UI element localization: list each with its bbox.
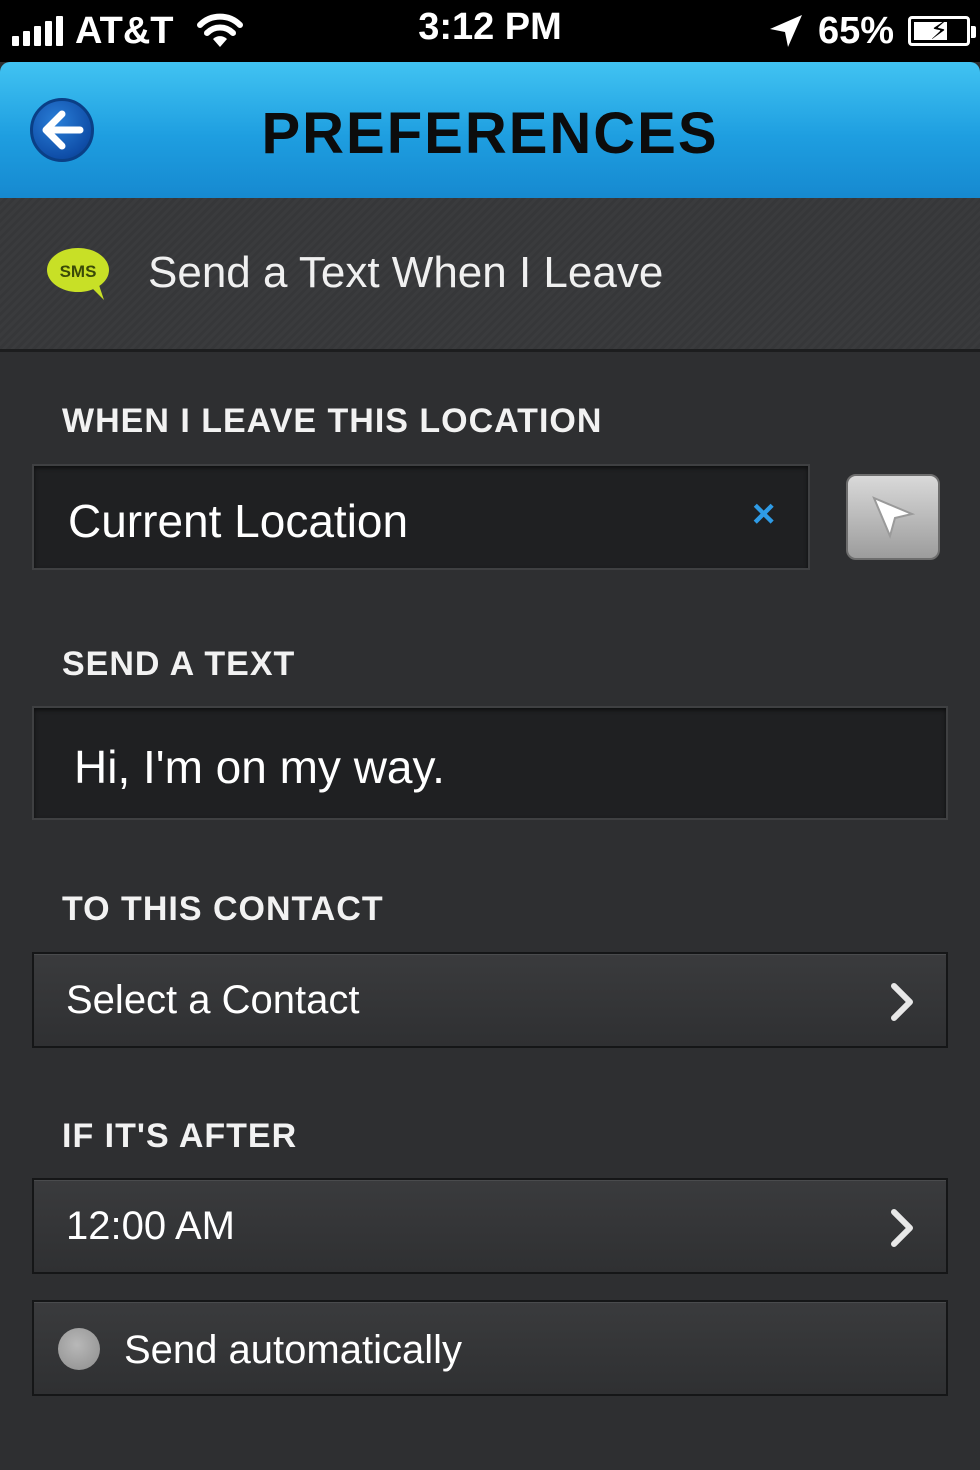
location-input[interactable]: Current Location × (32, 464, 810, 570)
clear-location-button[interactable]: × (752, 492, 775, 537)
feature-header: SMS Send a Text When I Leave (0, 198, 980, 352)
nav-bar: PREFERENCES (0, 62, 980, 198)
location-value: Current Location (68, 495, 409, 547)
page-title: PREFERENCES (261, 101, 719, 166)
status-right: 65% ⚡ (768, 0, 976, 62)
message-label: SEND A TEXT (62, 645, 296, 683)
select-contact-row[interactable]: Select a Contact (32, 952, 948, 1048)
time-label: IF IT'S AFTER (62, 1117, 298, 1155)
select-time-row[interactable]: 12:00 AM (32, 1178, 948, 1274)
chevron-right-icon (891, 983, 913, 1021)
message-input[interactable]: Hi, I'm on my way. (32, 706, 948, 820)
time-value: 12:00 AM (66, 1204, 236, 1248)
location-cursor-icon (872, 496, 916, 540)
status-bar: AT&T 3:12 PM 65% ⚡ (0, 0, 980, 62)
sms-icon-label: SMS (60, 262, 97, 281)
feature-title: Send a Text When I Leave (148, 248, 664, 297)
contact-value: Select a Contact (66, 978, 360, 1022)
location-label: WHEN I LEAVE THIS LOCATION (62, 402, 603, 440)
use-current-location-button[interactable] (846, 474, 940, 560)
battery-percent: 65% (817, 9, 894, 52)
send-automatically-label: Send automatically (124, 1328, 462, 1372)
radio-button[interactable] (58, 1328, 100, 1370)
sms-bubble-icon: SMS (47, 248, 109, 300)
contact-label: TO THIS CONTACT (62, 890, 384, 928)
message-value: Hi, I'm on my way. (74, 741, 445, 793)
chevron-right-icon (891, 1209, 913, 1247)
send-automatically-toggle[interactable]: Send automatically (32, 1300, 948, 1396)
battery-charging-icon: ⚡ (908, 15, 976, 46)
location-arrow-icon (769, 15, 802, 47)
